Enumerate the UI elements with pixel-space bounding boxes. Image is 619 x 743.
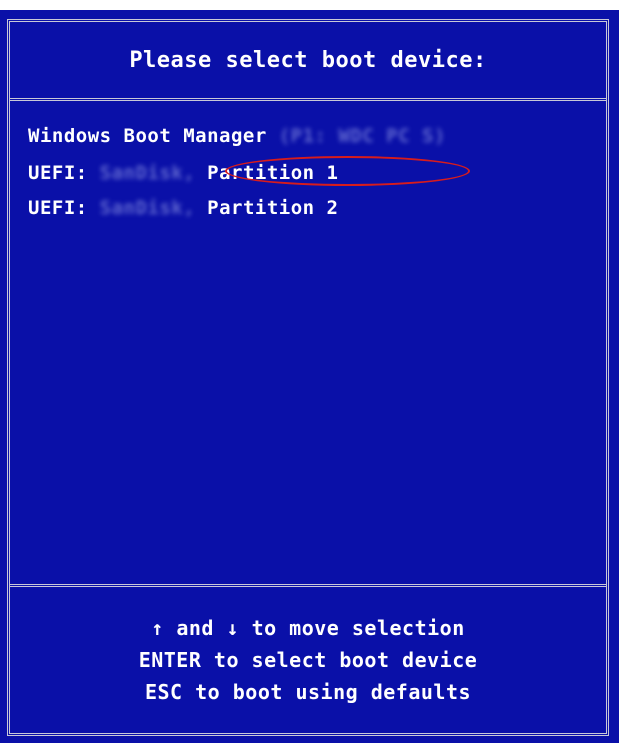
boot-device-windows-boot-manager[interactable]: Windows Boot Manager (P1: WDC PC S) [28, 125, 446, 147]
boot-device-uefi-partition-2[interactable]: UEFI: SanDisk, Partition 2 [28, 197, 338, 219]
hint-defaults: ESC to boot using defaults [144, 680, 472, 704]
boot-menu-window: Please select boot device: Windows Boot … [7, 19, 609, 736]
hint-navigation: ↑ and ↓ to move selection [151, 616, 465, 640]
boot-device-label: UEFI: [28, 197, 88, 219]
boot-device-label: UEFI: [28, 162, 88, 184]
boot-menu-header: Please select boot device: [10, 22, 606, 101]
boot-menu-help: ↑ and ↓ to move selection ENTER to selec… [10, 587, 606, 733]
boot-device-partition: Partition 2 [207, 197, 339, 219]
boot-device-detail-blurred: SanDisk, [99, 162, 196, 184]
hint-select: ENTER to select boot device [138, 648, 478, 672]
boot-device-detail-blurred: SanDisk, [99, 197, 196, 219]
boot-device-list: Windows Boot Manager (P1: WDC PC S) UEFI… [10, 101, 606, 587]
boot-device-label: Windows Boot Manager [28, 125, 267, 147]
red-annotation-ring [225, 156, 470, 186]
boot-device-detail-blurred: (P1: WDC PC S) [278, 125, 446, 147]
boot-menu-title: Please select boot device: [129, 47, 487, 73]
